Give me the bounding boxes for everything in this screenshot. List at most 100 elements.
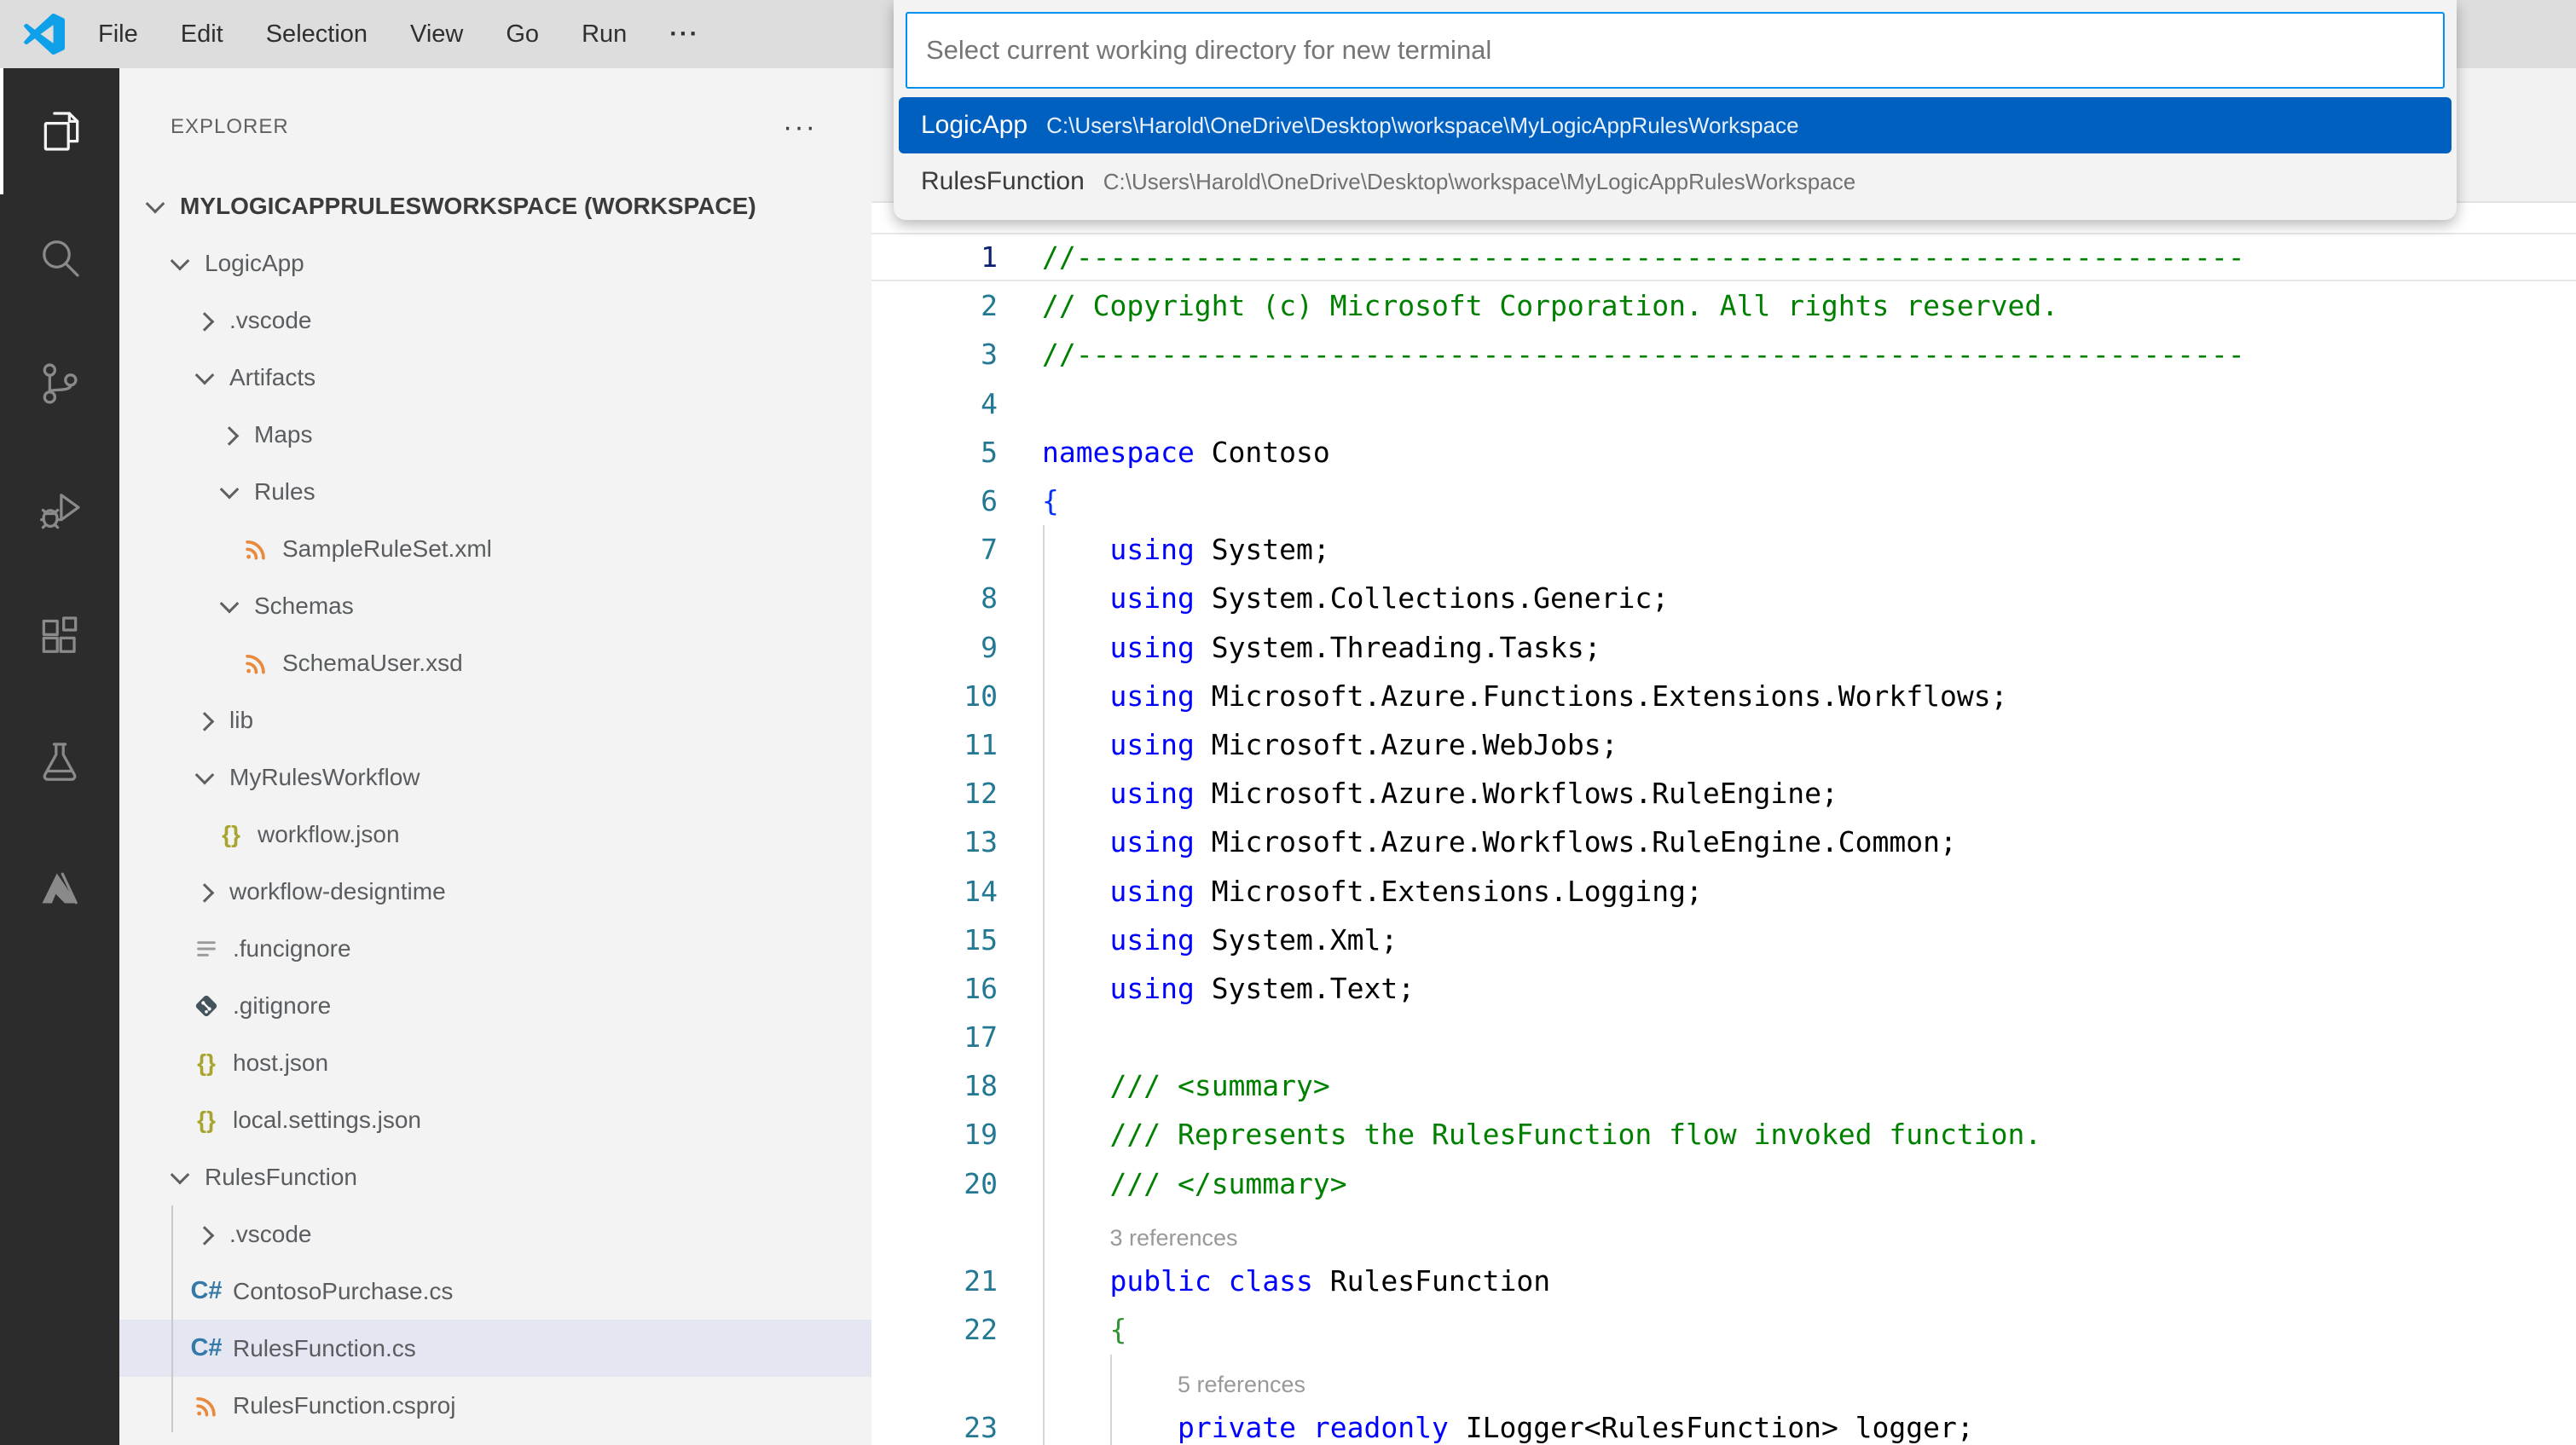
chevron-right-icon [220, 426, 240, 446]
activitybar-testing-icon[interactable] [0, 699, 119, 825]
code-line-19[interactable]: 19 /// Represents the RulesFunction flow… [871, 1110, 2576, 1159]
menu-view[interactable]: View [389, 0, 484, 68]
explorer-more-actions-icon[interactable]: ··· [783, 118, 817, 136]
chevron-down-icon [195, 765, 215, 784]
activitybar-files-icon[interactable] [0, 68, 119, 194]
code-line-21[interactable]: 21 public class RulesFunction [871, 1257, 2576, 1305]
tree-item-label: RulesFunction.csproj [233, 1392, 455, 1419]
activitybar-source-control-icon[interactable] [0, 321, 119, 447]
tree-item-lib[interactable]: lib [119, 691, 871, 749]
code-line-1[interactable]: 1//-------------------------------------… [871, 233, 2576, 281]
tree-item-schemas[interactable]: Schemas [119, 577, 871, 634]
code-line-8[interactable]: 8 using System.Collections.Generic; [871, 574, 2576, 622]
tree-item-rulesfunction.csproj[interactable]: RulesFunction.csproj [119, 1377, 871, 1434]
code-line-18[interactable]: 18 /// <summary> [871, 1061, 2576, 1110]
tree-item-myrulesworkflow[interactable]: MyRulesWorkflow [119, 749, 871, 806]
code-line-16[interactable]: 16 using System.Text; [871, 964, 2576, 1013]
code-line-text: using Microsoft.Azure.Workflows.RuleEngi… [1042, 777, 1838, 810]
quick-pick-list: LogicAppC:\Users\Harold\OneDrive\Desktop… [894, 97, 2457, 210]
code-line-12[interactable]: 12 using Microsoft.Azure.Workflows.RuleE… [871, 769, 2576, 818]
tree-item-.vscode[interactable]: .vscode [119, 1205, 871, 1263]
menu-selection[interactable]: Selection [245, 0, 389, 68]
code-line-11[interactable]: 11 using Microsoft.Azure.WebJobs; [871, 720, 2576, 769]
code-line-4[interactable]: 4 [871, 379, 2576, 428]
tree-item-rulesfunction.cs[interactable]: C#RulesFunction.cs [119, 1320, 871, 1377]
quick-pick-item-logicapp[interactable]: LogicAppC:\Users\Harold\OneDrive\Desktop… [899, 97, 2452, 153]
line-number: 23 [871, 1411, 998, 1444]
code-line-17[interactable]: 17 [871, 1013, 2576, 1061]
code-line-3[interactable]: 3//-------------------------------------… [871, 330, 2576, 379]
tree-item-contosopurchase.cs[interactable]: C#ContosoPurchase.cs [119, 1263, 871, 1320]
tree-item-.gitignore[interactable]: .gitignore [119, 977, 871, 1034]
code-line-13[interactable]: 13 using Microsoft.Azure.Workflows.RuleE… [871, 818, 2576, 866]
activitybar-azure-icon[interactable] [0, 825, 119, 951]
chevron-down-icon [146, 194, 165, 213]
tree-item-label: workflow-designtime [229, 878, 446, 905]
code-line-5[interactable]: 5namespace Contoso [871, 428, 2576, 477]
editor-group: 1//-------------------------------------… [871, 68, 2576, 1445]
tree-item-sampleruleset.xml[interactable]: SampleRuleSet.xml [119, 520, 871, 577]
quick-pick-input[interactable] [906, 12, 2445, 89]
chevron-down-icon [195, 365, 215, 384]
code-line-text: using Microsoft.Azure.WebJobs; [1042, 728, 1618, 761]
explorer-sidebar: EXPLORER ··· MYLOGICAPPRULESWORKSPACE (W… [119, 68, 871, 1445]
activitybar-run-debug-icon[interactable] [0, 447, 119, 573]
line-number: 16 [871, 972, 998, 1005]
chevron-down-icon [220, 479, 240, 499]
tree-item-rulesfunction[interactable]: RulesFunction [119, 1148, 871, 1205]
csharp-file-icon: C# [190, 1277, 222, 1305]
code-line-23[interactable]: 23 private readonly ILogger<RulesFunctio… [871, 1403, 2576, 1445]
code-line-7[interactable]: 7 using System; [871, 525, 2576, 574]
code-line-10[interactable]: 10 using Microsoft.Azure.Functions.Exten… [871, 672, 2576, 720]
code-line-6[interactable]: 6{ [871, 477, 2576, 525]
tree-item-label: workflow.json [258, 821, 400, 848]
tree-item-.funcignore[interactable]: .funcignore [119, 920, 871, 977]
menu-file[interactable]: File [77, 0, 159, 68]
tree-item-workflow.json[interactable]: {}workflow.json [119, 806, 871, 863]
menu-run[interactable]: Run [560, 0, 648, 68]
code-line-14[interactable]: 14 using Microsoft.Extensions.Logging; [871, 866, 2576, 915]
tree-item-rules[interactable]: Rules [119, 463, 871, 520]
menu-bar: FileEditSelectionViewGoRun··· [77, 0, 721, 68]
code-line-2[interactable]: 2// Copyright (c) Microsoft Corporation.… [871, 281, 2576, 330]
tree-item-local.settings.json[interactable]: {}local.settings.json [119, 1091, 871, 1148]
tree-item-label: Schemas [254, 592, 354, 620]
tree-item-schemauser.xsd[interactable]: SchemaUser.xsd [119, 634, 871, 691]
tree-item-host.json[interactable]: {}host.json [119, 1034, 871, 1091]
chevron-right-icon [195, 1226, 215, 1246]
code-line-20[interactable]: 20 /// </summary> [871, 1159, 2576, 1208]
editor-indent-guide [1110, 1355, 1112, 1445]
codelens-references-link[interactable]: 3 references [1109, 1225, 1237, 1251]
code-line-text: private readonly ILogger<RulesFunction> … [1042, 1411, 1974, 1444]
tree-item-.vscode[interactable]: .vscode [119, 292, 871, 349]
activitybar-extensions-icon[interactable] [0, 573, 119, 699]
menu-go[interactable]: Go [484, 0, 560, 68]
tree-item-artifacts[interactable]: Artifacts [119, 349, 871, 406]
tree-item-mylogicapprulesworkspace-workspace-[interactable]: MYLOGICAPPRULESWORKSPACE (WORKSPACE) [119, 177, 871, 234]
line-number: 2 [871, 289, 998, 322]
code-line-text: using System.Text; [1042, 972, 1415, 1005]
codelens-references-link[interactable]: 5 references [1178, 1372, 1305, 1398]
line-number: 9 [871, 631, 998, 664]
code-line-22[interactable]: 22 { [871, 1305, 2576, 1354]
code-line-text: using System.Collections.Generic; [1042, 581, 1669, 615]
code-line-text: using System; [1042, 533, 1330, 566]
tree-item-label: .funcignore [233, 935, 351, 962]
code-editor[interactable]: 1//-------------------------------------… [871, 203, 2576, 1445]
tree-item-label: local.settings.json [233, 1107, 421, 1134]
activitybar-search-icon[interactable] [0, 194, 119, 321]
file-tree: MYLOGICAPPRULESWORKSPACE (WORKSPACE)Logi… [119, 177, 871, 1434]
tree-item-workflow-designtime[interactable]: workflow-designtime [119, 863, 871, 920]
code-line-text: using Microsoft.Azure.Functions.Extensio… [1042, 679, 2007, 713]
tree-item-logicapp[interactable]: LogicApp [119, 234, 871, 292]
chevron-down-icon [171, 251, 190, 270]
code-line-text: using Microsoft.Azure.Workflows.RuleEngi… [1042, 825, 1957, 858]
menu-more-icon[interactable]: ··· [648, 0, 721, 68]
quick-pick-item-rulesfunction[interactable]: RulesFunctionC:\Users\Harold\OneDrive\De… [899, 153, 2452, 210]
code-line-15[interactable]: 15 using System.Xml; [871, 916, 2576, 964]
tree-item-maps[interactable]: Maps [119, 406, 871, 463]
menu-edit[interactable]: Edit [159, 0, 245, 68]
tree-indent-guide [171, 1205, 173, 1432]
code-line-9[interactable]: 9 using System.Threading.Tasks; [871, 623, 2576, 672]
line-number: 10 [871, 679, 998, 713]
